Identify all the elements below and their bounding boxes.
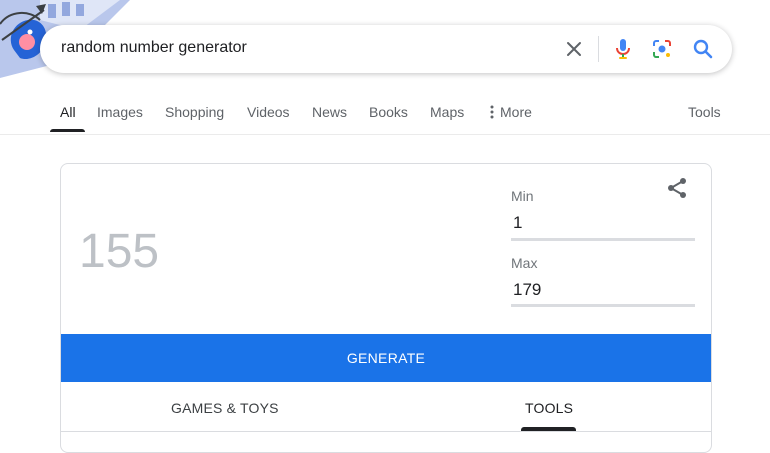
mic-icon[interactable] [611, 37, 635, 61]
generated-number: 155 [79, 225, 160, 278]
max-input[interactable]: 179 [513, 280, 541, 300]
search-divider [598, 36, 599, 62]
search-icon[interactable] [691, 37, 715, 61]
tab-games-and-toys[interactable]: GAMES & TOYS [171, 400, 279, 416]
share-icon[interactable] [665, 176, 689, 200]
tab-all[interactable]: All [60, 104, 76, 120]
max-label: Max [511, 255, 538, 271]
search-bar[interactable]: random number generator [40, 25, 732, 73]
min-input-underline [511, 238, 695, 241]
min-input[interactable]: 1 [513, 213, 522, 233]
tab-books[interactable]: Books [369, 104, 408, 120]
tab-maps[interactable]: Maps [430, 104, 464, 120]
min-label: Min [511, 188, 534, 204]
generate-button[interactable]: GENERATE [61, 334, 711, 382]
tab-more-label: More [500, 104, 532, 120]
close-icon[interactable] [562, 37, 586, 61]
tab-more[interactable]: More [490, 104, 532, 122]
bottom-tabs-divider [61, 431, 711, 432]
more-vert-icon [490, 105, 494, 122]
tab-videos[interactable]: Videos [247, 104, 290, 120]
search-input[interactable]: random number generator [61, 39, 247, 57]
search-tabs: All Images Shopping Videos News Books Ma… [0, 96, 770, 135]
max-input-underline [511, 304, 695, 307]
tab-shopping[interactable]: Shopping [165, 104, 224, 120]
tools-button[interactable]: Tools [688, 104, 721, 120]
tab-news[interactable]: News [312, 104, 347, 120]
tab-images[interactable]: Images [97, 104, 143, 120]
active-tab-indicator [50, 129, 85, 132]
random-number-generator-card: 155 Min 1 Max 179 GENERATE GAMES & TOYS … [60, 163, 712, 453]
tab-tools[interactable]: TOOLS [525, 400, 573, 416]
camera-icon[interactable] [650, 37, 674, 61]
